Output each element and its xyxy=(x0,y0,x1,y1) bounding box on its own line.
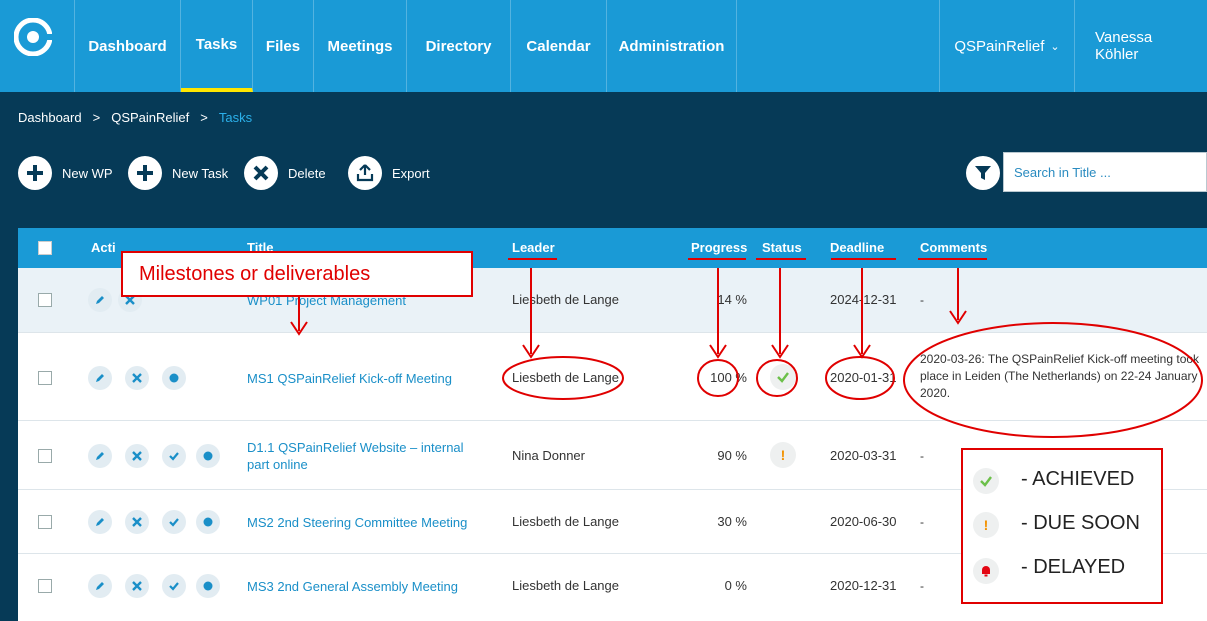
export-label: Export xyxy=(392,165,430,181)
nav-dashboard[interactable]: Dashboard xyxy=(74,0,181,92)
comment-icon[interactable] xyxy=(196,574,220,598)
new-wp-button[interactable]: New WP xyxy=(18,155,113,191)
close-icon[interactable] xyxy=(125,366,149,390)
row-checkbox[interactable] xyxy=(38,293,52,307)
breadcrumb-separator: > xyxy=(92,110,101,125)
edit-icon[interactable] xyxy=(88,288,112,312)
close-icon[interactable] xyxy=(125,574,149,598)
breadcrumb-project[interactable]: QSPainRelief xyxy=(111,110,189,125)
legend-achieved-icon xyxy=(973,468,999,494)
select-all-checkbox[interactable] xyxy=(38,241,52,255)
status-due-soon-icon: ! xyxy=(770,442,796,468)
task-leader: Liesbeth de Lange xyxy=(512,370,619,385)
comment-icon[interactable] xyxy=(196,444,220,468)
header-progress[interactable]: Progress xyxy=(691,240,747,255)
project-selector[interactable]: QSPainRelief ⌄ xyxy=(939,0,1074,92)
annotation-milestones-label: Milestones or deliverables xyxy=(139,263,371,285)
table-row: MS1 QSPainRelief Kick-off Meeting Liesbe… xyxy=(18,333,1207,421)
row-checkbox[interactable] xyxy=(38,449,52,463)
export-button[interactable]: Export xyxy=(348,155,430,191)
search-input[interactable] xyxy=(1003,152,1207,192)
task-comment: - xyxy=(920,293,924,307)
breadcrumb-separator: > xyxy=(200,110,208,125)
status-achieved-icon xyxy=(770,364,796,390)
task-progress: 0 % xyxy=(724,578,747,593)
new-task-button[interactable]: New Task xyxy=(128,155,228,191)
task-deadline: 2024-12-31 xyxy=(830,292,897,307)
task-progress: 30 % xyxy=(717,514,747,529)
header-comments[interactable]: Comments xyxy=(920,240,987,255)
legend-due-soon-icon: ! xyxy=(973,512,999,538)
nav-calendar[interactable]: Calendar xyxy=(511,0,607,92)
edit-icon[interactable] xyxy=(88,510,112,534)
filter-icon xyxy=(975,166,991,180)
task-deadline: 2020-06-30 xyxy=(830,514,897,529)
comment-icon[interactable] xyxy=(162,366,186,390)
annotation-milestones-box: Milestones or deliverables xyxy=(121,251,473,297)
plus-icon xyxy=(18,156,52,190)
task-deadline: 2020-03-31 xyxy=(830,448,897,463)
annotation-legend-box: - ACHIEVED ! - DUE SOON - DELAYED xyxy=(961,448,1163,604)
comment-icon[interactable] xyxy=(196,510,220,534)
new-wp-label: New WP xyxy=(62,165,113,181)
row-checkbox[interactable] xyxy=(38,515,52,529)
top-navigation-bar: Dashboard Tasks Files Meetings Directory… xyxy=(0,0,1207,92)
header-actions: Acti xyxy=(91,240,116,255)
edit-icon[interactable] xyxy=(88,366,112,390)
task-title-link[interactable]: MS3 2nd General Assembly Meeting xyxy=(247,578,487,595)
task-title-link[interactable]: MS1 QSPainRelief Kick-off Meeting xyxy=(247,370,487,387)
legend-delayed-label: - DELAYED xyxy=(1021,556,1126,578)
new-task-label: New Task xyxy=(172,165,229,181)
edit-icon[interactable] xyxy=(88,574,112,598)
task-title-link[interactable]: MS2 2nd Steering Committee Meeting xyxy=(247,514,487,531)
task-leader: Liesbeth de Lange xyxy=(512,578,619,593)
task-comment: 2020-03-26: The QSPainRelief Kick-off me… xyxy=(920,352,1200,400)
nav-files[interactable]: Files xyxy=(253,0,314,92)
user-menu[interactable]: Vanessa Köhler ⌄ xyxy=(1074,0,1207,92)
row-checkbox[interactable] xyxy=(38,371,52,385)
task-leader: Liesbeth de Lange xyxy=(512,514,619,529)
task-leader: Liesbeth de Lange xyxy=(512,292,619,307)
task-progress: 90 % xyxy=(717,448,747,463)
export-icon xyxy=(348,156,382,190)
plus-icon xyxy=(128,156,162,190)
task-title-link[interactable]: D1.1 QSPainRelief Website – internal par… xyxy=(247,439,487,473)
nav-directory[interactable]: Directory xyxy=(407,0,511,92)
filter-button[interactable] xyxy=(966,156,1000,190)
header-deadline[interactable]: Deadline xyxy=(830,240,884,255)
legend-delayed-icon xyxy=(973,558,999,584)
task-deadline: 2020-01-31 xyxy=(830,370,897,385)
task-deadline: 2020-12-31 xyxy=(830,578,897,593)
row-checkbox[interactable] xyxy=(38,579,52,593)
legend-due-soon-label: - DUE SOON xyxy=(1021,512,1140,534)
close-icon xyxy=(244,156,278,190)
header-status[interactable]: Status xyxy=(762,240,802,255)
user-name: Vanessa Köhler xyxy=(1095,29,1153,63)
header-leader[interactable]: Leader xyxy=(512,240,555,255)
nav-tasks[interactable]: Tasks xyxy=(181,0,253,92)
nav-administration[interactable]: Administration xyxy=(607,0,737,92)
close-icon[interactable] xyxy=(125,444,149,468)
legend-achieved-label: - ACHIEVED xyxy=(1021,468,1135,490)
project-name: QSPainRelief xyxy=(954,37,1045,55)
task-progress: 100 % xyxy=(710,370,747,385)
close-icon[interactable] xyxy=(125,510,149,534)
check-icon[interactable] xyxy=(162,574,186,598)
delete-label: Delete xyxy=(288,165,326,181)
chevron-down-icon: ⌄ xyxy=(1050,40,1060,53)
check-icon[interactable] xyxy=(162,510,186,534)
edit-icon[interactable] xyxy=(88,444,112,468)
delete-button[interactable]: Delete xyxy=(244,155,326,191)
breadcrumb-current: Tasks xyxy=(218,110,253,125)
check-icon[interactable] xyxy=(162,444,186,468)
app-logo-icon[interactable] xyxy=(14,18,52,56)
breadcrumb-dashboard[interactable]: Dashboard xyxy=(18,110,82,125)
task-leader: Nina Donner xyxy=(512,448,585,463)
task-progress: 14 % xyxy=(717,292,747,307)
breadcrumb: Dashboard > QSPainRelief > Tasks xyxy=(18,110,252,125)
nav-meetings[interactable]: Meetings xyxy=(314,0,407,92)
